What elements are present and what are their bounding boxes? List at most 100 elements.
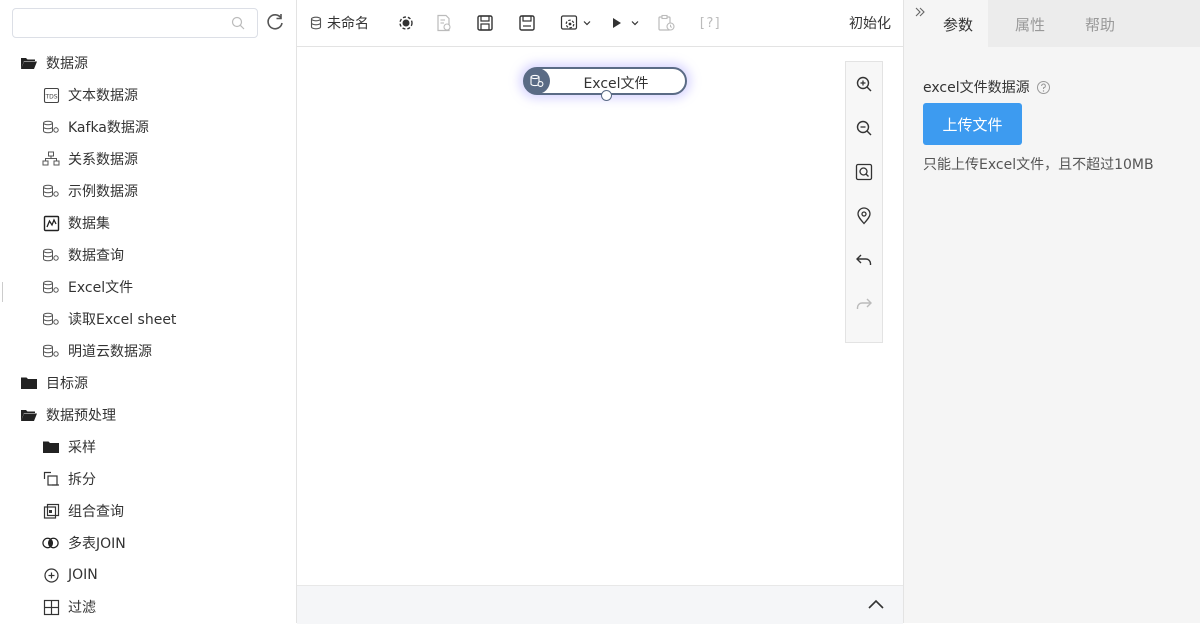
database-gear-icon [524, 68, 550, 94]
combine-query-icon [42, 502, 60, 520]
save-as-button[interactable] [518, 12, 536, 34]
tree-item-label: 数据预处理 [46, 408, 116, 424]
tab-params[interactable]: 参数 [928, 0, 988, 47]
fit-view-icon [855, 163, 873, 181]
run-settings-button[interactable] [397, 12, 415, 34]
tree-item-label: 拆分 [68, 472, 96, 488]
tree-item[interactable]: 数据集 [0, 207, 296, 239]
tree-item-label: 文本数据源 [68, 88, 138, 104]
relational-db-icon [42, 150, 60, 168]
properties-panel: 参数 属性 帮助 excel文件数据源 上传文件 只能上传Excel文件，且不超… [903, 0, 1200, 623]
tree-item-label: 明道云数据源 [68, 344, 152, 360]
folder-closed-icon [42, 438, 60, 456]
tree-item-label: 组合查询 [68, 504, 124, 520]
run-dropdown[interactable] [610, 12, 640, 34]
clipboard-clock-icon [657, 14, 677, 32]
rename-button[interactable]: 未命名 [310, 12, 369, 34]
undo-icon [855, 251, 873, 269]
field-label: excel文件数据源 [923, 80, 1030, 96]
tree-item-label: 过滤 [68, 600, 96, 616]
component-tree: 数据源 TDS 文本数据源 Kafka数据源关系数据源示例数据源数据集数据查询 Exce… [0, 47, 296, 623]
flow-canvas[interactable]: Excel文件 [297, 47, 903, 585]
tree-item[interactable]: Kafka数据源 [0, 111, 296, 143]
zoom-in-icon [855, 75, 873, 93]
split-icon [42, 470, 60, 488]
tree-item-label: 数据源 [46, 56, 88, 72]
search-input[interactable] [21, 13, 225, 35]
tree-item[interactable]: 明道云数据源 [0, 335, 296, 367]
sidebar-resize-handle[interactable] [2, 282, 3, 302]
play-icon [610, 16, 624, 30]
database-gear-icon [42, 342, 60, 360]
tree-item[interactable]: 关系数据源 [0, 143, 296, 175]
folder-closed-icon [20, 374, 38, 392]
tree-item[interactable]: 过滤 [0, 591, 296, 623]
flow-title: 未命名 [327, 16, 369, 32]
tree-item[interactable]: 示例数据源 [0, 175, 296, 207]
tree-folder[interactable]: 目标源 [0, 367, 296, 399]
search-icon[interactable] [231, 16, 245, 30]
chevron-up-icon[interactable] [867, 598, 885, 610]
left-sidebar: 数据源 TDS 文本数据源 Kafka数据源关系数据源示例数据源数据集数据查询 Exce… [0, 0, 297, 623]
double-chevron-right-icon[interactable] [914, 6, 926, 18]
search-box[interactable] [12, 8, 258, 38]
schedule-gear-icon [560, 14, 580, 32]
bottom-panel-bar [297, 585, 903, 624]
tree-item-label: Excel文件 [68, 280, 134, 296]
tree-item[interactable]: 组合查询 [0, 495, 296, 527]
database-gear-icon [42, 246, 60, 264]
tree-item[interactable]: JOIN [0, 559, 296, 591]
zoom-toolbar [845, 61, 883, 343]
initialize-button[interactable]: 初始化 [849, 13, 891, 33]
chevron-down-icon [630, 18, 640, 28]
redo-button[interactable] [846, 282, 882, 326]
history-button[interactable] [657, 12, 677, 34]
schedule-dropdown[interactable] [560, 12, 592, 34]
tree-item-label: 数据查询 [68, 248, 124, 264]
tree-item[interactable]: TDS 文本数据源 [0, 79, 296, 111]
tree-folder[interactable]: 数据源 [0, 47, 296, 79]
settings-icon [397, 14, 415, 32]
tree-item-label: 数据集 [68, 216, 110, 232]
chevron-down-icon [582, 18, 592, 28]
save-as-icon [518, 14, 536, 32]
zoom-in-button[interactable] [846, 62, 882, 106]
tree-item-label: JOIN [68, 567, 98, 583]
zoom-out-icon [855, 119, 873, 137]
tree-item-label: 目标源 [46, 376, 88, 392]
svg-text:TDS: TDS [44, 93, 57, 100]
question-circle-icon[interactable] [1036, 80, 1051, 95]
filter-icon [42, 598, 60, 616]
tree-item-label: 示例数据源 [68, 184, 138, 200]
tree-item[interactable]: 采样 [0, 431, 296, 463]
tree-item-label: 采样 [68, 440, 96, 456]
flow-title-icon [310, 16, 324, 30]
excel-file-node[interactable]: Excel文件 [523, 67, 687, 101]
tree-item[interactable]: 读取Excel sheet [0, 303, 296, 335]
refresh-icon[interactable] [265, 12, 285, 32]
tree-item[interactable]: 数据查询 [0, 239, 296, 271]
upload-tip: 只能上传Excel文件，且不超过10MB [923, 157, 1154, 173]
node-output-port[interactable] [601, 90, 612, 101]
tree-item[interactable]: 拆分 [0, 463, 296, 495]
tree-item[interactable]: 多表JOIN [0, 527, 296, 559]
locate-button[interactable] [846, 194, 882, 238]
tree-folder[interactable]: 数据预处理 [0, 399, 296, 431]
multi-join-icon [42, 534, 60, 552]
database-gear-icon [42, 118, 60, 136]
save-icon [476, 14, 494, 32]
tree-item[interactable]: Excel文件 [0, 271, 296, 303]
log-button[interactable] [435, 12, 453, 34]
tree-item-label: Kafka数据源 [68, 120, 149, 136]
upload-file-button[interactable]: 上传文件 [923, 103, 1022, 145]
zoom-out-button[interactable] [846, 106, 882, 150]
help-button[interactable]: [?] [698, 12, 721, 34]
fit-view-button[interactable] [846, 150, 882, 194]
undo-button[interactable] [846, 238, 882, 282]
tab-properties[interactable]: 属性 [1010, 0, 1050, 47]
toolbar: 未命名 [?] 初始化 [297, 0, 903, 47]
save-button[interactable] [476, 12, 494, 34]
dataset-icon [42, 214, 60, 232]
tab-help[interactable]: 帮助 [1080, 0, 1120, 47]
tree-item-label: 读取Excel sheet [68, 312, 177, 328]
